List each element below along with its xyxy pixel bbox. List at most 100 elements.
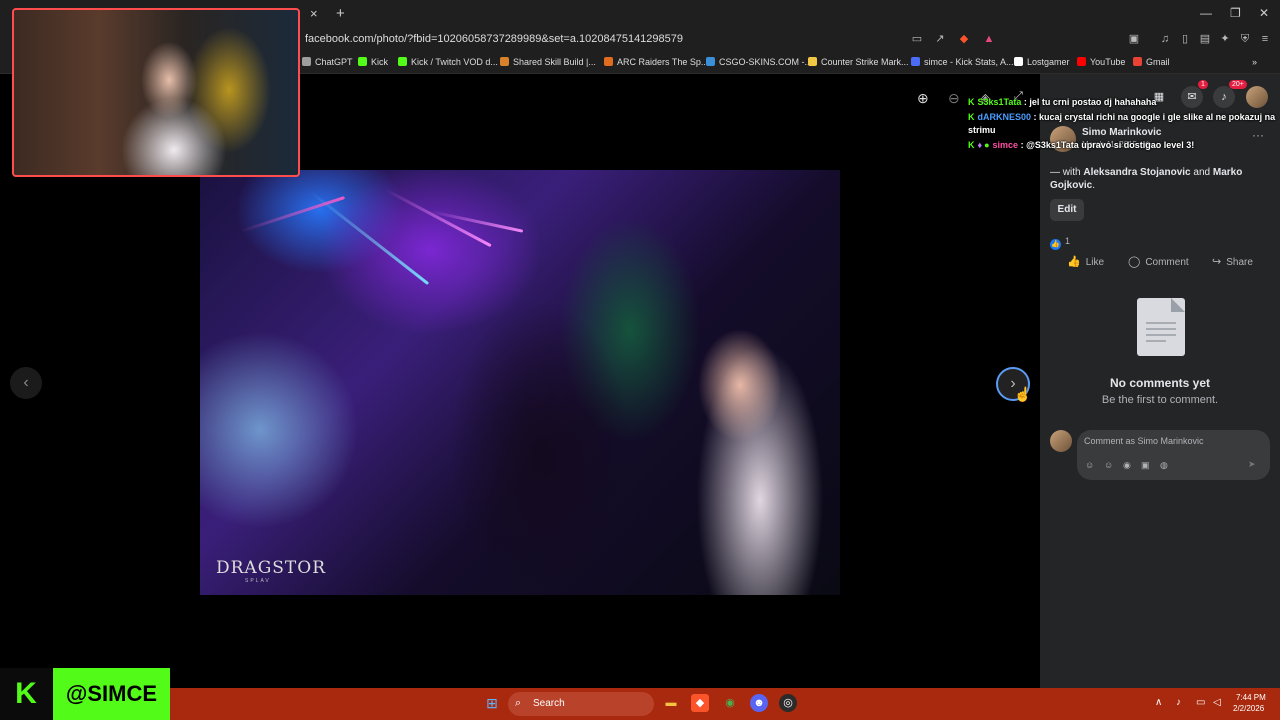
chat-message: K ♦ ● simce : @S3ks1Tata upravo si dostigao…	[968, 139, 1278, 152]
bookmark-gmail[interactable]: Gmail	[1133, 57, 1170, 67]
network-icon[interactable]: ▭	[1196, 697, 1205, 708]
streamer-webcam	[12, 8, 300, 177]
bookmark-youtube[interactable]: YouTube	[1077, 57, 1125, 67]
light-beam	[239, 196, 346, 233]
chevron-left-icon: ‹	[23, 374, 29, 391]
share-button[interactable]: ↪ Share	[1212, 255, 1253, 268]
with-prefix: — with	[1050, 167, 1084, 178]
kick-badge-icon: K	[968, 140, 975, 150]
obs-icon[interactable]: ◎	[779, 694, 797, 712]
brave-shield-icon[interactable]: ◆	[957, 32, 971, 46]
kick-stats-icon	[911, 57, 920, 66]
comment-button[interactable]: ◯ Comment	[1128, 255, 1189, 268]
sidebar-toggle-icon[interactable]: ▣	[1127, 32, 1141, 46]
like-button[interactable]: 👍 Like	[1067, 255, 1104, 268]
kick-badge-icon: K	[968, 112, 975, 122]
reactions-count[interactable]: 👍 1	[1050, 236, 1070, 250]
chat-message: KdARKNES00 : kucaj crystal richi na goog…	[968, 111, 1278, 137]
comment-placeholder[interactable]: Comment as Simo Marinkovic	[1084, 436, 1204, 446]
bookmark-kick-stats[interactable]: simce - Kick Stats, A...	[911, 57, 1014, 67]
volume-icon[interactable]: ◁	[1213, 697, 1221, 708]
send-icon[interactable]: ➤	[1248, 459, 1256, 470]
previous-photo-button[interactable]: ‹	[10, 367, 42, 399]
mic-badge-icon: ♦	[977, 140, 983, 150]
bookmarks-overflow-icon[interactable]: »	[1252, 57, 1257, 67]
chat-text: : @S3ks1Tata upravo si dostigao level 3!	[1020, 140, 1195, 150]
kick-badge-icon: K	[968, 97, 975, 107]
brave-browser-icon[interactable]: ◆	[691, 694, 709, 712]
vpn-icon[interactable]: ⛨	[1238, 32, 1252, 46]
notifications-badge: 20+	[1229, 80, 1247, 89]
tagged-person-link[interactable]: Aleksandra Stojanovic	[1083, 167, 1190, 178]
emoji-icon[interactable]: ☺	[1104, 460, 1113, 470]
comment-label: Comment	[1145, 257, 1189, 268]
like-count-text: 1	[1065, 236, 1071, 246]
sticker-icon[interactable]: ◍	[1160, 460, 1168, 471]
chat-username: simce	[992, 140, 1019, 150]
csgo-skins-icon	[706, 57, 715, 66]
gif-icon[interactable]: ▣	[1141, 460, 1150, 471]
streamer-handle: @SIMCE	[53, 668, 170, 720]
restore-icon[interactable]: ❐	[1230, 6, 1241, 20]
zoom-in-icon[interactable]: ⊕	[917, 90, 929, 107]
reading-list-icon[interactable]: ▯	[1178, 32, 1192, 46]
wallet-icon[interactable]: ▤	[1198, 32, 1212, 46]
messenger-badge: 1	[1198, 80, 1208, 89]
like-reaction-icon: 👍	[1050, 239, 1061, 250]
menu-icon[interactable]: ≡	[1258, 32, 1272, 46]
brave-rewards-icon[interactable]: ▲	[982, 32, 996, 46]
tray-overflow-icon[interactable]: ∧	[1155, 697, 1162, 708]
bookmark-arc-raiders[interactable]: ARC Raiders The Sp...	[604, 57, 708, 67]
no-comments-title: No comments yet	[1109, 376, 1211, 390]
gmail-icon	[1133, 57, 1142, 66]
window-close-icon[interactable]: ✕	[1259, 6, 1269, 20]
kick-icon	[358, 57, 367, 66]
bookmark-kick[interactable]: Kick	[358, 57, 388, 67]
share-page-icon[interactable]: ↗	[933, 32, 947, 46]
bookmark-kick-vod[interactable]: Kick / Twitch VOD d...	[398, 57, 498, 67]
chat-username: S3ks1Tata	[977, 97, 1022, 107]
media-icon[interactable]: ♫	[1158, 32, 1172, 46]
tab-close-icon[interactable]: ×	[310, 6, 318, 21]
zoom-out-icon[interactable]: ⊖	[948, 90, 960, 107]
skill-build-icon	[500, 57, 509, 66]
with-conjunction: and	[1190, 167, 1213, 178]
thumbs-up-icon: 👍	[1067, 256, 1081, 268]
chat-text: : jel tu crni postao dj hahahaha	[1023, 97, 1157, 107]
chrome-icon[interactable]: ◉	[721, 694, 739, 712]
bookmark-chatgpt[interactable]: ChatGPT	[302, 57, 353, 67]
kick-icon	[398, 57, 407, 66]
new-tab-button[interactable]: +	[336, 5, 345, 22]
edit-button[interactable]: Edit	[1050, 199, 1084, 221]
discord-icon[interactable]: ☻	[750, 694, 768, 712]
camera-icon[interactable]: ◉	[1123, 460, 1131, 471]
with-suffix: .	[1092, 180, 1096, 191]
light-beam	[384, 188, 492, 248]
taskbar-search-label: Search	[533, 698, 565, 709]
avatar-sticker-icon[interactable]: ☺	[1085, 460, 1094, 470]
comment-bubble-icon: ◯	[1128, 256, 1141, 268]
lostgamer-icon	[1014, 57, 1023, 66]
bookmark-lostgamer[interactable]: Lostgamer	[1014, 57, 1070, 67]
url-text[interactable]: facebook.com/photo/?fbid=102060587372899…	[305, 33, 683, 45]
cast-icon[interactable]: ▭	[910, 32, 924, 46]
taskbar-search[interactable]	[508, 692, 654, 716]
broadcaster-badge-icon: ●	[984, 140, 990, 150]
clock-time[interactable]: 7:44 PM	[1236, 693, 1266, 702]
windows-start-icon[interactable]: ⊞	[483, 694, 501, 712]
bookmark-skill-build[interactable]: Shared Skill Build |...	[500, 57, 596, 67]
microphone-icon[interactable]: ♪	[1176, 697, 1181, 708]
market-icon	[808, 57, 817, 66]
clock-date[interactable]: 2/2/2026	[1233, 704, 1264, 713]
leo-ai-icon[interactable]: ✦	[1218, 32, 1232, 46]
photo-watermark-sub: SPLAV	[245, 578, 271, 584]
photo[interactable]: DRAGSTOR SPLAV	[200, 170, 840, 595]
like-label: Like	[1085, 257, 1105, 268]
bookmark-csgo-skins[interactable]: CSGO-SKINS.COM -...	[706, 57, 812, 67]
photo-watermark: DRAGSTOR	[216, 558, 327, 578]
minimize-icon[interactable]: —	[1200, 6, 1212, 20]
mouse-cursor-icon: ☝	[1014, 386, 1032, 402]
file-explorer-icon[interactable]: ▬	[662, 694, 680, 712]
kick-logo: K	[0, 668, 52, 720]
bookmark-counter-strike-market[interactable]: Counter Strike Mark...	[808, 57, 909, 67]
